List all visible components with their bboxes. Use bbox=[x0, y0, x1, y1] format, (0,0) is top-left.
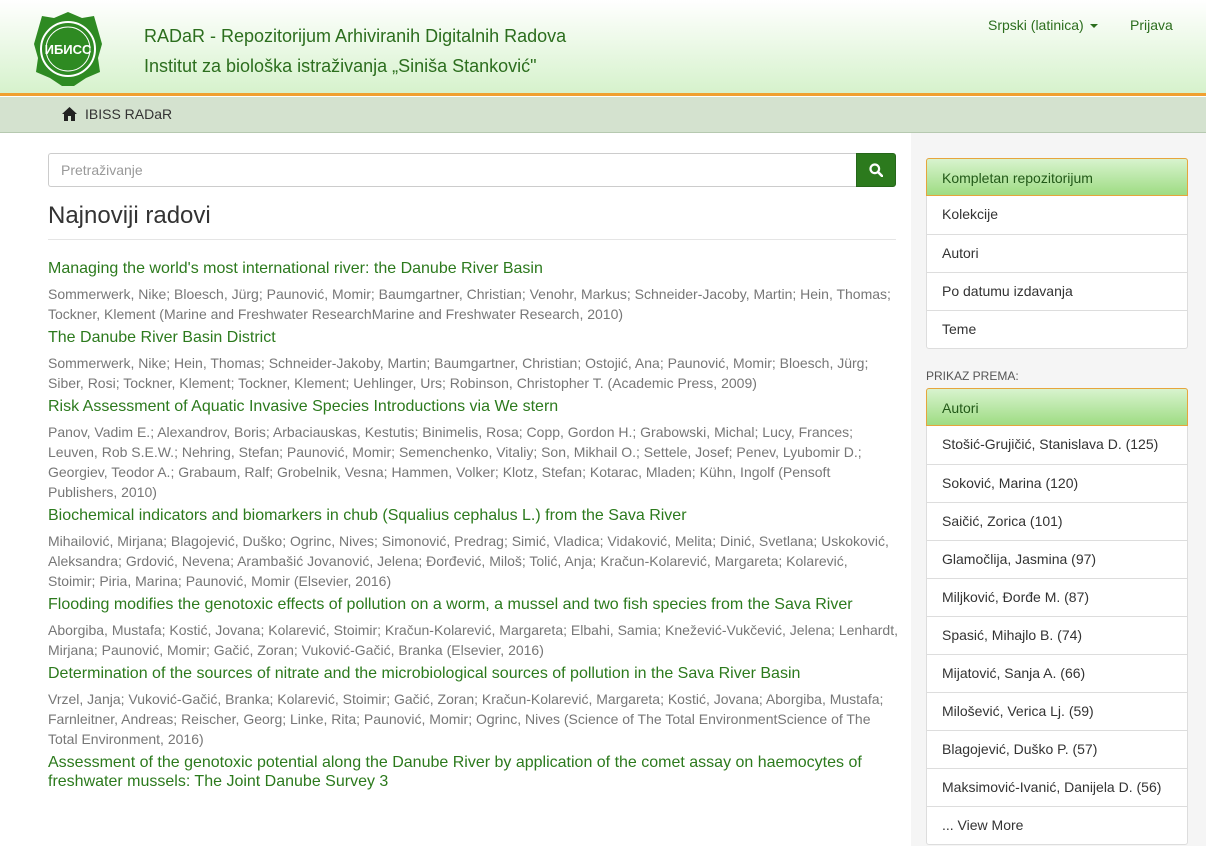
divider bbox=[48, 239, 896, 240]
login-link[interactable]: Prijava bbox=[1130, 17, 1173, 33]
list-item: The Danube River Basin District Sommerwe… bbox=[48, 328, 898, 393]
list-item: Determination of the sources of nitrate … bbox=[48, 664, 898, 749]
item-title-link[interactable]: Determination of the sources of nitrate … bbox=[48, 664, 898, 683]
list-item: Assessment of the genotoxic potential al… bbox=[48, 753, 898, 791]
list-item: Flooding modifies the genotoxic effects … bbox=[48, 595, 898, 660]
item-title-link[interactable]: Managing the world's most international … bbox=[48, 259, 898, 278]
item-meta: Sommerwerk, Nike; Hein, Thomas; Schneide… bbox=[48, 355, 869, 391]
institute-title[interactable]: Institut za biološka istraživanja „Siniš… bbox=[144, 56, 537, 77]
facet-author-item[interactable]: Glamočlija, Jasmina (97) bbox=[927, 540, 1187, 578]
chevron-down-icon bbox=[1089, 24, 1098, 29]
facet-label: PRIKAZ PREMA: bbox=[926, 369, 1019, 383]
breadcrumb-home-label: IBISS RADaR bbox=[85, 106, 173, 122]
facet-author-item[interactable]: Blagojević, Duško P. (57) bbox=[927, 730, 1187, 768]
breadcrumb-home[interactable]: IBISS RADaR bbox=[62, 106, 172, 122]
item-meta: Mihailović, Mirjana; Blagojević, Duško; … bbox=[48, 533, 889, 589]
ibiss-logo[interactable]: ИБИСС bbox=[32, 10, 104, 88]
item-title-link[interactable]: The Danube River Basin District bbox=[48, 328, 898, 347]
list-item: Managing the world's most international … bbox=[48, 259, 898, 324]
search-button[interactable] bbox=[856, 153, 896, 187]
facet-author-item[interactable]: Spasić, Mihajlo B. (74) bbox=[927, 616, 1187, 654]
search-icon bbox=[869, 163, 883, 177]
page-title: Najnoviji radovi bbox=[48, 202, 211, 229]
item-meta: Sommerwerk, Nike; Bloesch, Jürg; Paunovi… bbox=[48, 286, 891, 322]
breadcrumb: IBISS RADaR bbox=[0, 97, 1206, 133]
header: ИБИСС RADaR - Repozitorijum Arhiviranih … bbox=[0, 0, 1206, 96]
language-label: Srpski (latinica) bbox=[988, 17, 1084, 33]
search-input[interactable] bbox=[48, 153, 856, 187]
browse-authors-link[interactable]: Autori bbox=[927, 234, 1187, 272]
facet-author-item[interactable]: Maksimović-Ivanić, Danijela D. (56) bbox=[927, 768, 1187, 806]
browse-all-link[interactable]: Kompletan repozitorijum bbox=[926, 158, 1188, 196]
language-dropdown[interactable]: Srpski (latinica) bbox=[988, 17, 1098, 33]
authors-facet-panel: Autori Stošić-Grujičić, Stanislava D. (1… bbox=[926, 388, 1188, 845]
item-title-link[interactable]: Assessment of the genotoxic potential al… bbox=[48, 753, 898, 791]
item-title-link[interactable]: Flooding modifies the genotoxic effects … bbox=[48, 595, 898, 614]
item-title-link[interactable]: Risk Assessment of Aquatic Invasive Spec… bbox=[48, 397, 898, 416]
browse-collections-link[interactable]: Kolekcije bbox=[927, 196, 1187, 234]
facet-author-item[interactable]: Saičić, Zorica (101) bbox=[927, 502, 1187, 540]
facet-author-item[interactable]: Stošić-Grujičić, Stanislava D. (125) bbox=[927, 426, 1187, 464]
list-item: Biochemical indicators and biomarkers in… bbox=[48, 506, 898, 591]
site-title[interactable]: RADaR - Repozitorijum Arhiviranih Digita… bbox=[144, 26, 566, 47]
home-icon bbox=[62, 107, 77, 121]
browse-date-link[interactable]: Po datumu izdavanja bbox=[927, 272, 1187, 310]
browse-subjects-link[interactable]: Teme bbox=[927, 310, 1187, 348]
view-more-link[interactable]: ... View More bbox=[927, 806, 1187, 844]
facet-author-item[interactable]: Milošević, Verica Lj. (59) bbox=[927, 692, 1187, 730]
item-meta: Panov, Vadim E.; Alexandrov, Boris; Arba… bbox=[48, 424, 862, 500]
item-meta: Aborgiba, Mustafa; Kostić, Jovana; Kolar… bbox=[48, 622, 898, 658]
list-item: Risk Assessment of Aquatic Invasive Spec… bbox=[48, 397, 898, 502]
item-title-link[interactable]: Biochemical indicators and biomarkers in… bbox=[48, 506, 898, 525]
recent-items-list: Managing the world's most international … bbox=[48, 259, 898, 797]
search-bar bbox=[48, 153, 896, 187]
facet-author-item[interactable]: Miljković, Đorđe M. (87) bbox=[927, 578, 1187, 616]
logo-text: ИБИСС bbox=[45, 42, 92, 57]
facet-author-item[interactable]: Mijatović, Sanja A. (66) bbox=[927, 654, 1187, 692]
browse-panel: Kompletan repozitorijum Kolekcije Autori… bbox=[926, 158, 1188, 349]
item-meta: Vrzel, Janja; Vuković-Gačić, Branka; Kol… bbox=[48, 691, 884, 747]
authors-facet-title: Autori bbox=[926, 388, 1188, 426]
facet-author-item[interactable]: Soković, Marina (120) bbox=[927, 464, 1187, 502]
